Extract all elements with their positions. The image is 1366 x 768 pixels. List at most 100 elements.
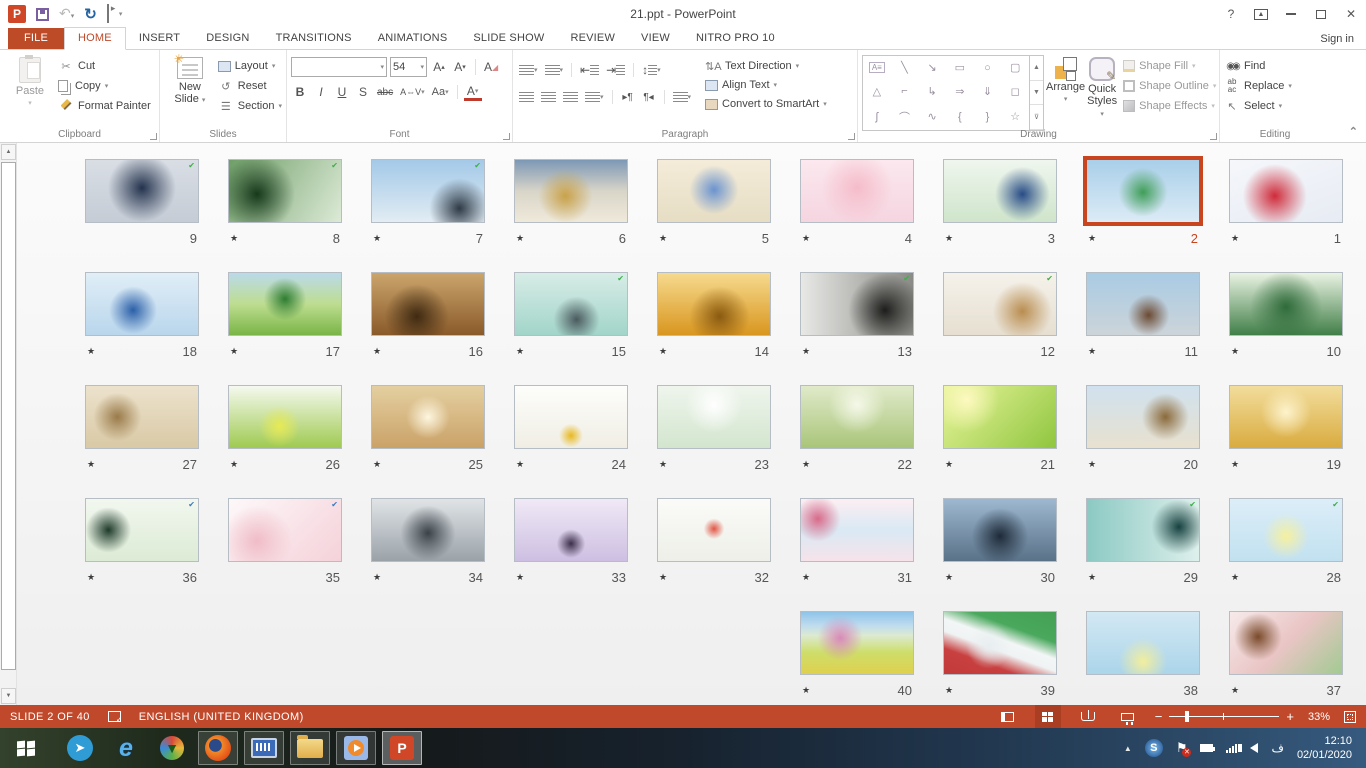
slide-thumbnail[interactable] bbox=[800, 159, 914, 223]
sign-in-link[interactable]: Sign in bbox=[1320, 33, 1354, 45]
right-arrow-shape-icon[interactable]: ⇒ bbox=[955, 85, 964, 98]
tab-slide-show[interactable]: SLIDE SHOW bbox=[460, 28, 557, 49]
slide-thumbnail-cell[interactable]: ★1 bbox=[1229, 159, 1343, 246]
elbow-arrow-shape-icon[interactable]: ↳ bbox=[928, 85, 937, 98]
change-case-button[interactable]: Aa▾ bbox=[430, 83, 451, 101]
media-player-taskbar-icon[interactable] bbox=[336, 731, 376, 765]
slide-thumbnail-cell[interactable]: ★25 bbox=[371, 385, 485, 472]
zoom-percentage[interactable]: 33% bbox=[1308, 711, 1330, 723]
slide-thumbnail-cell[interactable]: ★10 bbox=[1229, 272, 1343, 359]
zoom-slider-thumb[interactable] bbox=[1185, 711, 1189, 722]
slide-thumbnail-cell[interactable]: ★33 bbox=[514, 498, 628, 585]
slide-thumbnail[interactable] bbox=[514, 498, 628, 562]
slide-thumbnail-cell[interactable]: ★2 bbox=[1086, 159, 1200, 246]
bullets-button[interactable]: ▾ bbox=[517, 61, 540, 79]
italic-button[interactable]: I bbox=[312, 83, 330, 101]
tab-file[interactable]: FILE bbox=[8, 28, 64, 49]
numbering-button[interactable]: ▾ bbox=[543, 61, 566, 79]
oval-shape-icon[interactable]: ○ bbox=[984, 62, 991, 74]
slide-thumbnail[interactable] bbox=[371, 272, 485, 336]
slide-thumbnail[interactable] bbox=[85, 272, 199, 336]
slide-thumbnail[interactable]: ✔ bbox=[228, 159, 342, 223]
slide-thumbnail-cell[interactable]: 38 bbox=[1086, 611, 1200, 698]
slide-thumbnail-cell[interactable]: ✔★36 bbox=[85, 498, 199, 585]
hidden-icons-chevron-icon[interactable]: ▲ bbox=[1124, 744, 1132, 753]
slide-thumbnail[interactable] bbox=[1086, 159, 1200, 223]
shape-outline-button[interactable]: Shape Outline▾ bbox=[1123, 78, 1216, 94]
slide-thumbnail[interactable] bbox=[657, 159, 771, 223]
justify-button[interactable]: ▾ bbox=[583, 88, 606, 106]
slide-counter[interactable]: SLIDE 2 OF 40 bbox=[10, 711, 90, 723]
font-color-button[interactable]: A▾ bbox=[464, 83, 482, 101]
volume-icon[interactable] bbox=[1250, 743, 1258, 753]
slide-thumbnail[interactable] bbox=[228, 385, 342, 449]
slide-thumbnail-cell[interactable]: ★19 bbox=[1229, 385, 1343, 472]
shape-gallery-more-icon[interactable]: ⊽ bbox=[1030, 105, 1043, 130]
elbow-shape-icon[interactable]: ⌐ bbox=[901, 85, 907, 97]
telegram-taskbar-icon[interactable]: ➤ bbox=[60, 731, 100, 765]
rtl-direction-button[interactable]: ¶◂ bbox=[640, 88, 658, 106]
slide-thumbnail-cell[interactable]: ★39 bbox=[943, 611, 1057, 698]
slide-thumbnail[interactable]: ✔ bbox=[85, 159, 199, 223]
paste-dropdown-icon[interactable]: ▾ bbox=[28, 99, 32, 107]
slide-thumbnail-cell[interactable]: ★31 bbox=[800, 498, 914, 585]
shape-gallery-scroll-down-icon[interactable]: ▼ bbox=[1030, 81, 1043, 106]
spell-check-icon[interactable] bbox=[108, 711, 121, 722]
slide-thumbnail[interactable] bbox=[657, 272, 771, 336]
slide-thumbnail-cell[interactable]: ✔12 bbox=[943, 272, 1057, 359]
slide-thumbnail-cell[interactable]: ✔9 bbox=[85, 159, 199, 246]
scrollbar-thumb[interactable] bbox=[1, 162, 16, 670]
slide-thumbnail[interactable] bbox=[800, 611, 914, 675]
slide-thumbnail[interactable] bbox=[514, 385, 628, 449]
shape-gallery[interactable]: A≡ ╲ ↘ ▭ ○ ▢ △ ⌐ ↳ ⇒ ⇓ ◻ ʃ ⌒ ∿ { } bbox=[862, 55, 1030, 131]
tab-animations[interactable]: ANIMATIONS bbox=[365, 28, 461, 49]
font-dialog-launcher-icon[interactable] bbox=[503, 133, 510, 140]
slide-thumbnail-cell[interactable]: ★24 bbox=[514, 385, 628, 472]
slide-thumbnail-cell[interactable]: ★21 bbox=[943, 385, 1057, 472]
language-status[interactable]: ENGLISH (UNITED KINGDOM) bbox=[139, 711, 304, 723]
slide-thumbnail-cell[interactable]: ★3 bbox=[943, 159, 1057, 246]
scroll-down-icon[interactable]: ▼ bbox=[1, 688, 16, 704]
rectangle-shape-icon[interactable]: ▭ bbox=[955, 61, 965, 74]
slide-thumbnail[interactable] bbox=[1086, 385, 1200, 449]
clear-formatting-button[interactable]: A◢ bbox=[482, 58, 500, 76]
vertical-scrollbar[interactable]: ▲ ▼ bbox=[0, 143, 17, 705]
slide-thumbnail[interactable] bbox=[1229, 159, 1343, 223]
tab-insert[interactable]: INSERT bbox=[126, 28, 193, 49]
slide-thumbnail[interactable] bbox=[800, 498, 914, 562]
columns-button[interactable]: ▾ bbox=[671, 88, 694, 106]
slide-sorter-view-button[interactable] bbox=[1035, 705, 1061, 728]
curve-shape-icon[interactable]: ∿ bbox=[928, 110, 937, 123]
slide-thumbnail[interactable] bbox=[800, 385, 914, 449]
internet-explorer-taskbar-icon[interactable]: e bbox=[106, 731, 146, 765]
slide-thumbnail[interactable] bbox=[371, 385, 485, 449]
slide-thumbnail[interactable] bbox=[514, 159, 628, 223]
align-text-button[interactable]: Align Text▾ bbox=[705, 77, 827, 93]
decrease-indent-button[interactable]: ⇤ bbox=[578, 61, 601, 79]
powerpoint-taskbar-icon[interactable]: P bbox=[382, 731, 422, 765]
slide-thumbnail-cell[interactable]: ★23 bbox=[657, 385, 771, 472]
strikethrough-button[interactable]: abc bbox=[375, 83, 395, 101]
line-spacing-button[interactable]: ↕▾ bbox=[640, 61, 663, 79]
slide-thumbnail[interactable] bbox=[943, 611, 1057, 675]
select-button[interactable]: ↖Select▾ bbox=[1224, 98, 1292, 114]
slide-thumbnail[interactable] bbox=[657, 498, 771, 562]
slide-thumbnail-cell[interactable]: ★4 bbox=[800, 159, 914, 246]
down-arrow-shape-icon[interactable]: ⇓ bbox=[983, 85, 992, 98]
power-battery-icon[interactable] bbox=[1200, 744, 1213, 752]
fit-slide-to-window-icon[interactable] bbox=[1344, 711, 1356, 723]
left-brace-shape-icon[interactable]: { bbox=[958, 111, 962, 123]
align-left-button[interactable] bbox=[517, 88, 536, 106]
quick-styles-button[interactable]: QuickStyles ▾ bbox=[1087, 53, 1117, 126]
slide-thumbnail-cell[interactable]: ✔★15 bbox=[514, 272, 628, 359]
slide-thumbnail[interactable] bbox=[371, 498, 485, 562]
right-brace-shape-icon[interactable]: } bbox=[986, 111, 990, 123]
align-right-button[interactable] bbox=[561, 88, 580, 106]
language-indicator[interactable]: ف bbox=[1271, 741, 1283, 755]
character-spacing-button[interactable]: A⇔V▾ bbox=[398, 83, 427, 101]
firefox-taskbar-icon[interactable] bbox=[198, 731, 238, 765]
slide-thumbnail-cell[interactable]: ★22 bbox=[800, 385, 914, 472]
decrease-font-size-button[interactable]: A▾ bbox=[451, 58, 469, 76]
slide-thumbnail-cell[interactable]: ✔★13 bbox=[800, 272, 914, 359]
collapse-ribbon-icon[interactable]: ⌃ bbox=[1349, 125, 1358, 138]
